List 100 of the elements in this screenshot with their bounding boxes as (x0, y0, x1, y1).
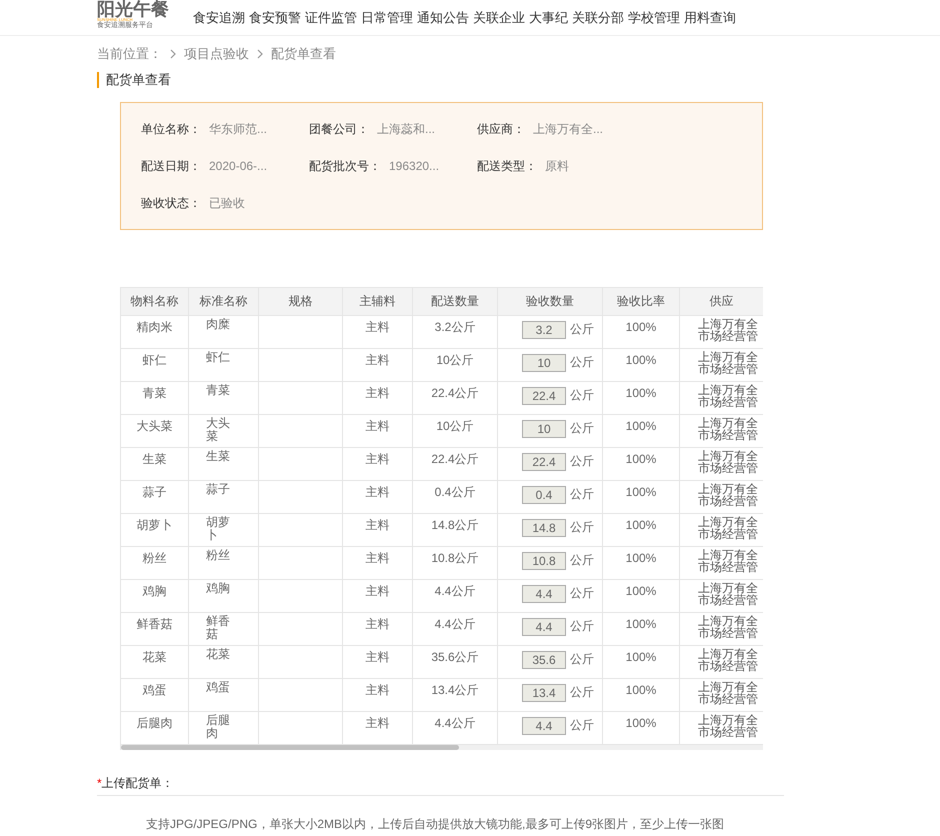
table-cell-text: 主料 (366, 582, 390, 600)
table-cell-text: 10.8公斤 (431, 550, 479, 566)
breadcrumb-item[interactable]: 配货单查看 (271, 44, 336, 64)
table-cell-text: 鸡蛋 (206, 680, 231, 694)
column-header: 验收比率 (603, 288, 680, 316)
table-cell-text: 市场经营管 (698, 428, 759, 440)
table-cell-text: 胡萝卜 (136, 516, 172, 534)
table-cell-text: 4.4公斤 (434, 582, 476, 600)
quantity-input[interactable]: 3.2 (522, 320, 566, 338)
table-cell-text: 市场经营管 (698, 660, 759, 672)
info-label: 配货批次号： (309, 158, 381, 174)
table-cell-text: 主料 (366, 484, 390, 500)
table-cell-text: 100% (626, 682, 656, 698)
table-cell-text: 100% (626, 484, 656, 500)
table-cell-text: 鸡胸 (142, 582, 166, 600)
quantity-input[interactable]: 10 (522, 420, 566, 438)
table-cell-text: 100% (626, 714, 656, 732)
info-value: 196320... (389, 158, 440, 174)
nav-link[interactable]: 通知公告 (417, 8, 469, 28)
logo-title: 阳光午餐 (97, 0, 170, 18)
table-cell-text: 100% (626, 418, 656, 434)
table-cell-text: 14.8公斤 (431, 516, 479, 534)
table-cell-text: 主料 (366, 550, 390, 566)
unit-label: 公斤 (570, 552, 594, 568)
nav-link[interactable]: 关联企业 (473, 8, 525, 28)
nav-link[interactable]: 证件监管 (305, 8, 357, 28)
table-cell-text: 市场经营管 (698, 462, 759, 474)
table-cell-text: 主料 (366, 384, 390, 402)
nav-link[interactable]: 大事纪 (529, 8, 568, 28)
column-header: 验收数量 (498, 288, 603, 316)
table-cell-text: 蒜子 (206, 482, 231, 496)
table-cell-text: 主料 (366, 418, 390, 434)
info-value: 上海万有全... (533, 120, 604, 138)
table-cell-text: 上海万有全 (698, 350, 759, 362)
unit-label: 公斤 (570, 386, 594, 404)
info-value: 2020-06-... (209, 158, 268, 174)
table-cell-text: 花菜 (142, 648, 166, 666)
table-cell-text: 上海万有全 (698, 582, 759, 594)
column-header: 配送数量 (413, 288, 498, 316)
info-label: 配送类型： (477, 158, 537, 174)
info-label: 配送日期： (141, 158, 201, 174)
table-cell-text: 市场经营管 (698, 396, 759, 408)
quantity-input[interactable]: 4.4 (522, 584, 566, 602)
unit-label: 公斤 (570, 684, 594, 700)
quantity-input[interactable]: 35.6 (522, 650, 566, 668)
table-cell-text: 上海万有全 (698, 416, 759, 428)
column-header: 标准名称 (189, 288, 259, 316)
table-cell-text: 35.6公斤 (431, 648, 479, 666)
table-cell-text: 4.4公斤 (434, 616, 476, 632)
table-cell-text: 市场经营管 (698, 330, 759, 342)
table-cell-text: 胡萝卜 (206, 516, 231, 542)
breadcrumb-item[interactable]: 项目点验收 (184, 44, 249, 64)
table-cell-text: 市场经营管 (698, 560, 759, 572)
table-cell-text: 主料 (366, 682, 390, 698)
breadcrumb-item: 当前位置： (97, 45, 162, 63)
quantity-input[interactable]: 22.4 (522, 386, 566, 404)
quantity-input[interactable]: 10.8 (522, 552, 566, 570)
table-cell-text: 主料 (366, 648, 390, 666)
quantity-input[interactable]: 13.4 (522, 684, 566, 702)
table-cell-text: 100% (626, 616, 656, 632)
quantity-input[interactable]: 0.4 (522, 486, 566, 504)
info-label: 供应商： (477, 120, 525, 138)
quantity-input[interactable]: 4.4 (522, 618, 566, 636)
table-cell-text: 大头菜 (136, 418, 172, 434)
quantity-input[interactable]: 22.4 (522, 452, 566, 470)
table-cell-text: 粉丝 (206, 548, 231, 562)
quantity-input[interactable]: 14.8 (522, 518, 566, 536)
table-cell-text: 后腿肉 (136, 714, 172, 732)
nav-link[interactable]: 学校管理 (628, 8, 680, 28)
scrollbar-thumb[interactable] (121, 744, 459, 750)
table-cell-text: 上海万有全 (698, 614, 759, 626)
table-cell-text: 主料 (366, 616, 390, 632)
nav-link[interactable]: 日常管理 (361, 8, 413, 28)
table-cell-text: 青菜 (206, 384, 231, 396)
chevron-icon (257, 48, 263, 59)
unit-label: 公斤 (570, 716, 594, 734)
table-cell-text: 主料 (366, 516, 390, 534)
table-cell-text: 上海万有全 (698, 680, 759, 692)
quantity-input[interactable]: 10 (522, 354, 566, 372)
quantity-input[interactable]: 4.4 (522, 716, 566, 734)
table-cell-text: 精肉米 (136, 318, 172, 336)
column-header: 主辅料 (343, 288, 413, 316)
unit-label: 公斤 (570, 420, 594, 436)
nav-link[interactable]: 食安追溯 (193, 8, 245, 28)
table-cell-text: 主料 (366, 450, 390, 468)
nav-link[interactable]: 食安预警 (249, 8, 301, 28)
info-value: 原料 (545, 158, 569, 174)
nav-link[interactable]: 关联分部 (572, 8, 624, 28)
table-cell-text: 后腿肉 (206, 714, 231, 740)
table-cell-text: 100% (626, 450, 656, 468)
table-cell-text: 鲜香菇 (206, 614, 231, 640)
table-cell-text: 主料 (366, 318, 390, 336)
table-cell-text: 10公斤 (436, 352, 474, 368)
table-cell-text: 100% (626, 352, 656, 368)
table-cell-text: 上海万有全 (698, 548, 759, 560)
table-cell-text: 市场经营管 (698, 692, 759, 704)
unit-label: 公斤 (570, 584, 594, 602)
table-cell-text: 花菜 (206, 648, 231, 660)
nav-link[interactable]: 用料查询 (684, 8, 736, 28)
unit-label: 公斤 (570, 518, 594, 536)
